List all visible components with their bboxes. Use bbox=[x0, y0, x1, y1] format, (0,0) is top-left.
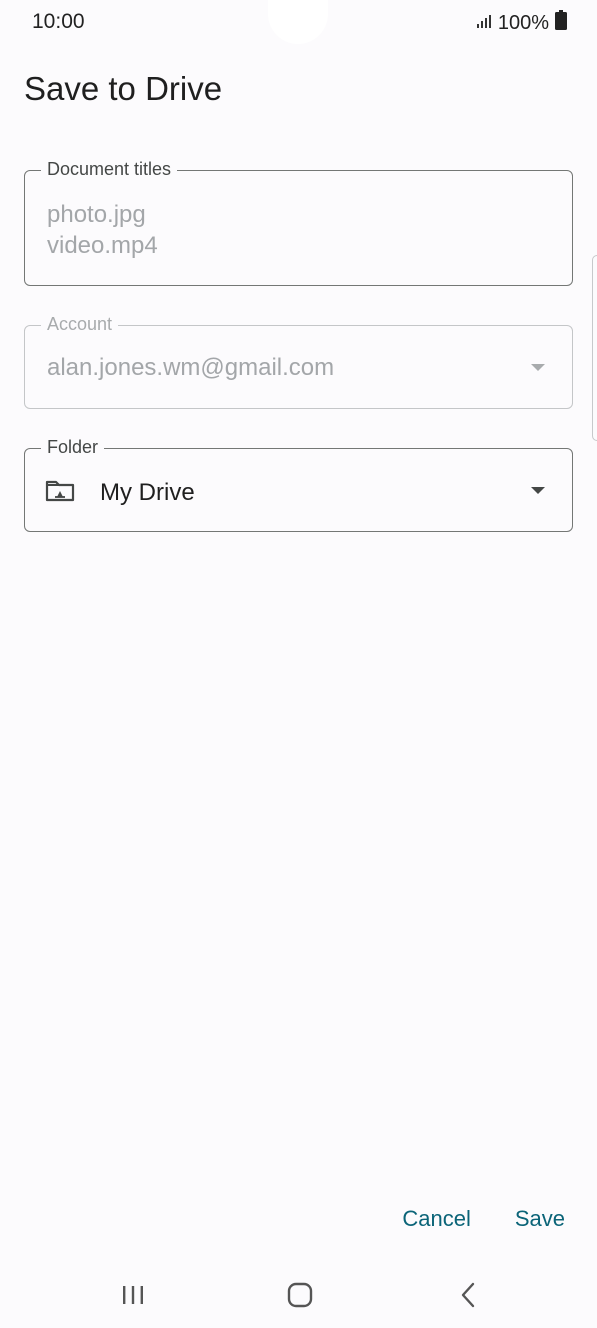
folder-value: My Drive bbox=[100, 479, 195, 506]
dropdown-arrow-icon bbox=[531, 364, 545, 371]
scroll-indicator[interactable] bbox=[592, 255, 597, 441]
navigation-bar bbox=[0, 1262, 597, 1328]
dialog-actions: Cancel Save bbox=[402, 1206, 565, 1232]
signal-icon bbox=[476, 12, 492, 35]
folder-select[interactable]: Folder My Drive bbox=[24, 437, 573, 532]
save-button[interactable]: Save bbox=[515, 1206, 565, 1232]
shared-folder-icon bbox=[45, 480, 75, 502]
folder-label: Folder bbox=[41, 437, 105, 458]
status-indicators: 100% bbox=[476, 10, 567, 36]
back-icon[interactable] bbox=[448, 1280, 488, 1310]
account-label: Account bbox=[41, 314, 119, 335]
recents-icon[interactable] bbox=[113, 1280, 153, 1310]
document-titles-list: photo.jpg video.mp4 bbox=[47, 199, 158, 261]
document-titles-label: Document titles bbox=[41, 159, 178, 180]
cancel-button[interactable]: Cancel bbox=[402, 1206, 470, 1232]
battery-icon bbox=[555, 10, 567, 36]
status-bar: 10:00 100% bbox=[0, 0, 597, 46]
document-title-item: photo.jpg bbox=[47, 201, 146, 228]
document-titles-field[interactable]: Document titles photo.jpg video.mp4 bbox=[24, 159, 573, 286]
account-value: alan.jones.wm@gmail.com bbox=[47, 354, 335, 381]
document-title-item: video.mp4 bbox=[47, 232, 158, 259]
account-select: Account alan.jones.wm@gmail.com bbox=[24, 314, 573, 409]
dropdown-arrow-icon[interactable] bbox=[531, 487, 545, 494]
camera-notch bbox=[268, 0, 328, 44]
status-time: 10:00 bbox=[32, 10, 85, 33]
battery-level: 100% bbox=[497, 11, 549, 34]
dialog-title: Save to Drive bbox=[24, 70, 223, 107]
home-icon[interactable] bbox=[280, 1280, 320, 1310]
